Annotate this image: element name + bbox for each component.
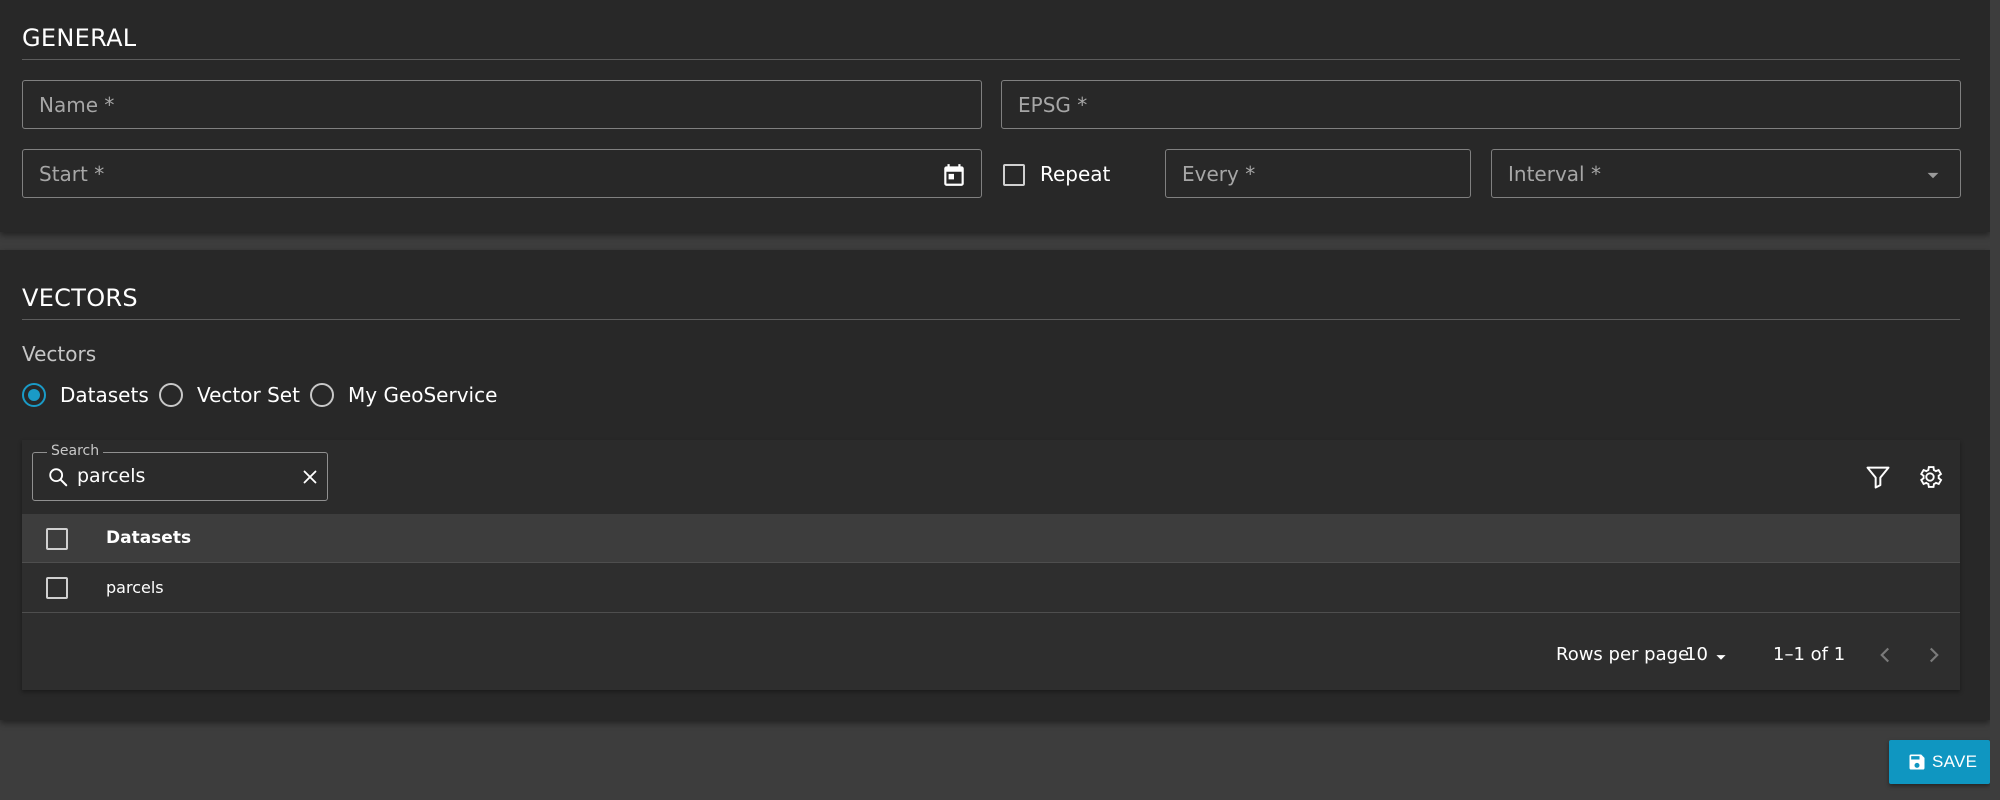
- general-divider: [22, 59, 1960, 60]
- epsg-placeholder: EPSG *: [1018, 93, 1088, 117]
- table-toolbar: Search parcels: [22, 440, 1960, 514]
- search-icon: [47, 466, 69, 488]
- vectors-section: VECTORS Vectors Datasets Vector Set My G…: [0, 250, 1990, 720]
- every-placeholder: Every *: [1182, 162, 1256, 186]
- repeat-checkbox[interactable]: [1003, 164, 1025, 186]
- repeat-label: Repeat: [1040, 162, 1111, 186]
- start-placeholder: Start *: [39, 162, 105, 186]
- interval-select[interactable]: Interval *: [1491, 149, 1961, 198]
- row-dataset-name: parcels: [106, 578, 164, 597]
- search-label: Search: [47, 443, 104, 459]
- row-checkbox[interactable]: [46, 577, 68, 599]
- save-label: SAVE: [1932, 752, 1978, 771]
- page-scrollbar[interactable]: [1990, 0, 2000, 800]
- radio-datasets-label: Datasets: [60, 383, 149, 407]
- column-header-datasets[interactable]: Datasets: [106, 528, 191, 548]
- table-row[interactable]: parcels: [22, 563, 1960, 613]
- select-all-checkbox[interactable]: [46, 528, 68, 550]
- radio-datasets[interactable]: [22, 383, 46, 407]
- vectors-title: VECTORS: [22, 284, 138, 312]
- search-input[interactable]: Search parcels: [32, 443, 328, 501]
- vectors-divider: [22, 319, 1960, 320]
- interval-placeholder: Interval *: [1508, 162, 1601, 186]
- search-value: parcels: [77, 465, 146, 487]
- rows-per-page-select[interactable]: 10: [1685, 644, 1708, 665]
- name-field[interactable]: Name *: [22, 80, 982, 129]
- radio-my-geoservice-label: My GeoService: [348, 383, 498, 407]
- datasets-table: Search parcels Datasets parcels Rows per…: [22, 440, 1960, 690]
- every-field[interactable]: Every *: [1165, 149, 1471, 198]
- radio-my-geoservice[interactable]: [310, 383, 334, 407]
- epsg-field[interactable]: EPSG *: [1001, 80, 1961, 129]
- start-field[interactable]: Start *: [22, 149, 982, 198]
- radio-vector-set-label: Vector Set: [197, 383, 300, 407]
- radio-vector-set[interactable]: [159, 383, 183, 407]
- clear-icon[interactable]: [299, 466, 321, 488]
- previous-page-icon[interactable]: [1872, 642, 1898, 668]
- next-page-icon[interactable]: [1921, 642, 1947, 668]
- rows-per-page-label: Rows per page: [1556, 644, 1690, 665]
- rows-per-page-arrow-icon[interactable]: [1710, 646, 1732, 668]
- calendar-icon[interactable]: [941, 162, 967, 188]
- save-button[interactable]: SAVE: [1889, 740, 1990, 784]
- dropdown-arrow-icon: [1920, 162, 1946, 188]
- general-title: GENERAL: [22, 24, 137, 52]
- settings-icon[interactable]: [1916, 463, 1944, 491]
- filter-icon[interactable]: [1864, 463, 1892, 491]
- name-placeholder: Name *: [39, 93, 115, 117]
- vectors-group-label: Vectors: [22, 342, 97, 366]
- pagination-range: 1–1 of 1: [1773, 644, 1846, 665]
- general-section: GENERAL Name * EPSG * Start * Repeat Eve…: [0, 0, 1990, 232]
- floppy-disk-icon: [1907, 752, 1927, 772]
- table-header: Datasets: [22, 514, 1960, 563]
